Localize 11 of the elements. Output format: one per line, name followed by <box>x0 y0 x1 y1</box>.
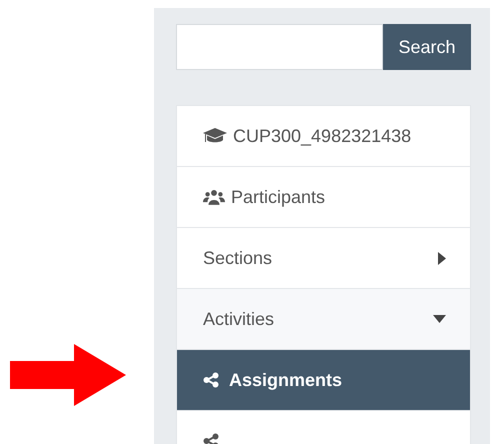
users-icon <box>203 188 225 206</box>
search-field[interactable] <box>176 24 383 70</box>
share-icon <box>203 372 219 388</box>
caret-right-icon <box>438 252 446 264</box>
caret-down-icon <box>433 315 446 323</box>
submenu-item[interactable]: Assignments <box>177 350 470 411</box>
menu-item[interactable]: Activities <box>177 289 470 350</box>
search-button[interactable]: Search <box>383 24 471 70</box>
graduation-cap-icon <box>203 127 227 145</box>
course-menu-item[interactable]: CUP300_4982321438 <box>177 106 470 167</box>
menu-item[interactable]: Participants <box>177 167 470 228</box>
